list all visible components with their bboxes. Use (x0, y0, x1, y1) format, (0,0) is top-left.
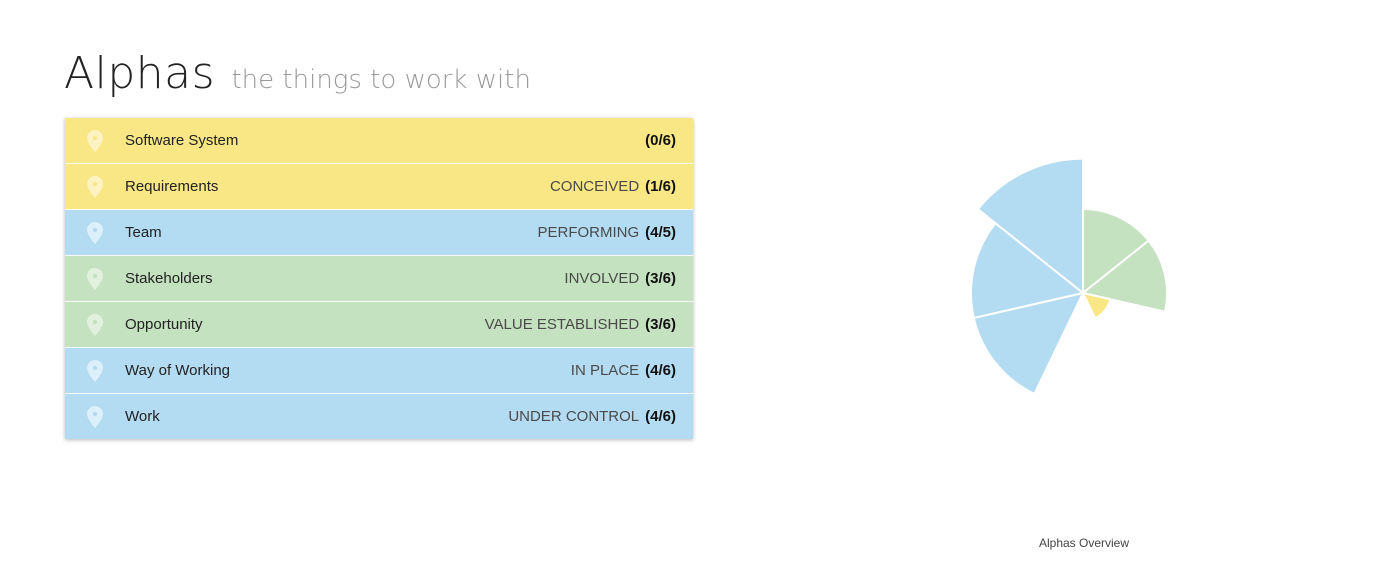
alpha-state: INVOLVED (564, 270, 640, 287)
map-pin-icon (87, 360, 103, 382)
alpha-count: (4/6) (645, 362, 676, 379)
alpha-progress: VALUE ESTABLISHED (3/6) (485, 316, 676, 333)
page-heading: Alphas the things to work with (64, 48, 531, 99)
alpha-count: (4/6) (645, 408, 676, 425)
alpha-name: Stakeholders (125, 270, 213, 287)
map-pin-icon (87, 406, 103, 428)
alpha-name: Team (125, 224, 162, 241)
alpha-name: Work (125, 408, 160, 425)
chart-title: Alphas Overview (1038, 536, 1130, 550)
alpha-name: Way of Working (125, 362, 231, 379)
alpha-row[interactable]: Requirements CONCEIVED (1/6) (65, 164, 693, 210)
alpha-name: Requirements (125, 178, 219, 195)
alpha-name: Opportunity (125, 316, 203, 333)
alpha-row[interactable]: Way of Working IN PLACE (4/6) (65, 348, 693, 394)
alpha-progress: PERFORMING (4/5) (537, 224, 676, 241)
alphas-page: Alphas the things to work with Software … (0, 0, 1375, 581)
map-pin-icon (87, 314, 103, 336)
alpha-row[interactable]: Stakeholders INVOLVED (3/6) (65, 256, 693, 302)
alpha-count: (0/6) (645, 132, 676, 149)
alpha-progress: IN PLACE (4/6) (571, 362, 676, 379)
alphas-overview-chart (900, 130, 1266, 460)
alpha-state: PERFORMING (537, 224, 640, 241)
alpha-row[interactable]: Work UNDER CONTROL (4/6) (65, 394, 693, 439)
alpha-row[interactable]: Software System (0/6) (65, 118, 693, 164)
alpha-progress: INVOLVED (3/6) (564, 270, 676, 287)
alpha-count: (1/6) (645, 178, 676, 195)
alpha-state: UNDER CONTROL (508, 408, 640, 425)
alpha-state: VALUE ESTABLISHED (484, 316, 640, 333)
alpha-progress: CONCEIVED (1/6) (550, 178, 676, 195)
alpha-row[interactable]: Opportunity VALUE ESTABLISHED (3/6) (65, 302, 693, 348)
map-pin-icon (87, 176, 103, 198)
alpha-list: Software System (0/6) Requirements CONCEIVE… (65, 118, 693, 439)
page-subtitle: the things to work with (231, 65, 531, 95)
alphas-overview-svg (969, 157, 1168, 396)
alpha-progress: (0/6) (639, 132, 676, 149)
alpha-state: IN PLACE (570, 362, 640, 379)
page-title: Alphas (64, 48, 216, 99)
map-pin-icon (87, 268, 103, 290)
map-pin-icon (87, 222, 103, 244)
alpha-name: Software System (125, 132, 239, 149)
alpha-row[interactable]: Team PERFORMING (4/5) (65, 210, 693, 256)
map-pin-icon (87, 130, 103, 152)
alpha-count: (3/6) (645, 316, 676, 333)
alpha-count: (4/5) (645, 224, 676, 241)
alpha-count: (3/6) (645, 270, 676, 287)
alpha-progress: UNDER CONTROL (4/6) (508, 408, 676, 425)
alpha-state: CONCEIVED (549, 178, 640, 195)
